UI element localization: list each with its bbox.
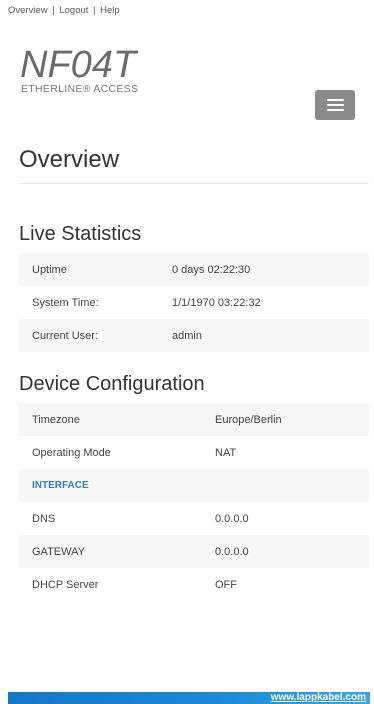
menu-button[interactable] <box>315 90 355 120</box>
row-value: NAT <box>215 446 237 459</box>
row-label: GATEWAY <box>32 545 85 558</box>
hamburger-menu-icon <box>326 99 344 101</box>
nav-separator: | <box>52 5 55 16</box>
table-row: System Time: 1/1/1970 03:22:32 <box>19 286 369 319</box>
row-value: Europe/Berlin <box>215 413 282 426</box>
page-title: Overview <box>19 146 120 173</box>
row-value: 0.0.0.0 <box>215 512 249 525</box>
table-row: Current User: admin <box>19 319 369 352</box>
hamburger-menu-icon <box>326 109 344 111</box>
table-row: GATEWAY 0.0.0.0 <box>19 535 369 568</box>
footer-bar: www.lappkabel.com <box>8 692 370 704</box>
footer-link[interactable]: www.lappkabel.com <box>271 692 366 704</box>
row-value: 1/1/1970 03:22:32 <box>172 296 261 309</box>
nav-link-logout[interactable]: Logout <box>59 5 88 16</box>
interface-section-header: INTERFACE <box>19 469 369 502</box>
title-divider <box>19 183 369 184</box>
row-label: Current User: <box>32 329 99 342</box>
device-configuration-table: Timezone Europe/Berlin Operating Mode NA… <box>19 403 369 601</box>
row-label: DNS <box>32 512 56 525</box>
row-label: System Time: <box>32 296 99 309</box>
nav-link-overview[interactable]: Overview <box>8 5 48 16</box>
row-label: Uptime <box>32 263 67 276</box>
logo-subtitle: ETHERLINE® ACCESS <box>21 83 139 95</box>
row-label: DHCP Server <box>32 578 99 591</box>
table-row: Timezone Europe/Berlin <box>19 403 369 436</box>
device-configuration-title: Device Configuration <box>19 373 205 395</box>
row-label: Operating Mode <box>32 446 111 459</box>
table-row: DNS 0.0.0.0 <box>19 502 369 535</box>
row-label: Timezone <box>32 413 80 426</box>
table-row: DHCP Server OFF <box>19 568 369 601</box>
row-value: 0.0.0.0 <box>215 545 249 558</box>
logo-title: NF04T <box>20 44 137 86</box>
hamburger-menu-icon <box>326 104 344 106</box>
table-row: Uptime 0 days 02:22:30 <box>19 253 369 286</box>
row-value: OFF <box>215 578 237 591</box>
nav-link-help[interactable]: Help <box>100 5 120 16</box>
row-label: INTERFACE <box>32 480 89 491</box>
live-statistics-title: Live Statistics <box>19 223 142 245</box>
nav-separator: | <box>93 5 96 16</box>
table-row: Operating Mode NAT <box>19 436 369 469</box>
row-value: admin <box>172 329 202 342</box>
top-nav: Overview | Logout | Help <box>8 4 120 18</box>
row-value: 0 days 02:22:30 <box>172 263 251 276</box>
live-statistics-table: Uptime 0 days 02:22:30 System Time: 1/1/… <box>19 253 369 352</box>
